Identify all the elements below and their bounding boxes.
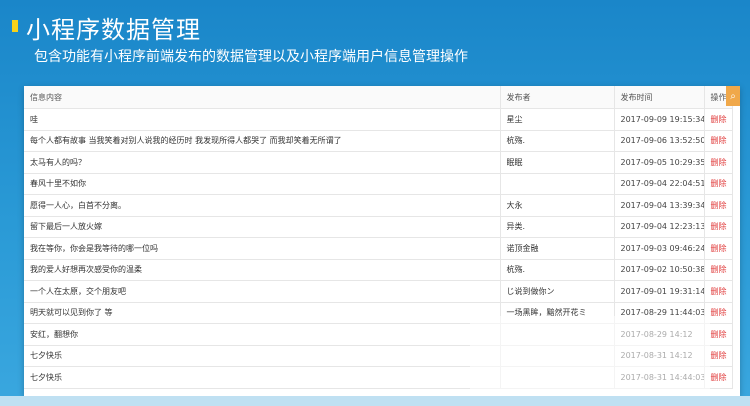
table-row: 一个人在太原，交个朋友吧 じ说到做你ン 2017-09-01 19:31:14 删除 bbox=[24, 280, 733, 303]
table-row: 每个人都有故事 当我笑着对别人说我的经历时 我发现所得人都哭了 而我却笑着无所谓… bbox=[24, 130, 733, 152]
cell-publisher: じ说到做你ン bbox=[500, 280, 615, 303]
table-row: 愿得一人心，白首不分离。 大永 2017-09-04 13:39:34 删除 bbox=[24, 194, 733, 217]
cell-content: 每个人都有故事 当我笑着对别人说我的经历时 我发现所得人都哭了 而我却笑着无所谓… bbox=[24, 130, 501, 152]
table-row: 七夕快乐 2017-08-31 14:44:03 删除 bbox=[24, 366, 733, 389]
cell-content: 七夕快乐 bbox=[24, 345, 501, 367]
data-panel: ⌕ 信息内容 发布者 发布时间 操作 哇星尘 2017-09-09 19:15:3… bbox=[24, 86, 740, 396]
cell-content: 哇 bbox=[24, 108, 501, 131]
delete-link[interactable]: 删除 bbox=[711, 136, 727, 145]
cell-action: 删除 bbox=[704, 151, 733, 174]
table-row: 明天就可以见到你了 等一场黑眸，黯然开花ミ 2017-08-29 11:44:03… bbox=[24, 302, 733, 324]
cell-action: 删除 bbox=[704, 280, 733, 303]
cell-time: 2017-08-29 14:12 bbox=[614, 323, 705, 346]
cell-publisher: 诺顶金融 bbox=[500, 237, 615, 260]
cell-publisher bbox=[500, 366, 615, 389]
cell-time: 2017-08-31 14:44:03 bbox=[614, 366, 705, 389]
delete-link[interactable]: 删除 bbox=[711, 158, 727, 167]
cell-content: 太马有人的吗？ bbox=[24, 151, 501, 174]
search-button[interactable]: ⌕ bbox=[726, 86, 740, 106]
cell-time: 2017-09-02 10:50:38 bbox=[614, 259, 705, 281]
delete-link[interactable]: 删除 bbox=[711, 373, 727, 382]
cell-time: 2017-09-04 13:39:34 bbox=[614, 194, 705, 217]
delete-link[interactable]: 删除 bbox=[711, 351, 727, 360]
delete-link[interactable]: 删除 bbox=[711, 287, 727, 296]
cell-content: 明天就可以见到你了 等 bbox=[24, 302, 501, 324]
delete-link[interactable]: 删除 bbox=[711, 115, 727, 124]
delete-link[interactable]: 删除 bbox=[711, 244, 727, 253]
cell-time: 2017-09-05 10:29:35 bbox=[614, 151, 705, 174]
cell-publisher: 杭殇. bbox=[500, 130, 615, 152]
cell-time: 2017-08-31 14:12 bbox=[614, 345, 705, 367]
page-subtitle: 包含功能有小程序前端发布的数据管理以及小程序端用户信息管理操作 bbox=[34, 49, 468, 65]
cell-action: 删除 bbox=[704, 237, 733, 260]
table-row: 哇星尘 2017-09-09 19:15:34 删除 bbox=[24, 108, 733, 131]
cell-publisher: 异类. bbox=[500, 216, 615, 238]
page-title: 小程序数据管理 bbox=[26, 16, 201, 44]
delete-link[interactable]: 删除 bbox=[711, 330, 727, 339]
cell-publisher: 眠眠 bbox=[500, 151, 615, 174]
cell-action: 删除 bbox=[704, 345, 733, 367]
cell-publisher bbox=[500, 323, 615, 346]
cell-action: 删除 bbox=[704, 216, 733, 238]
table-row: 七夕快乐 2017-08-31 14:12 删除 bbox=[24, 345, 733, 367]
delete-link[interactable]: 删除 bbox=[711, 265, 727, 274]
search-icon: ⌕ bbox=[730, 90, 736, 102]
title-bullet bbox=[12, 20, 18, 32]
table-header-row: 信息内容 发布者 发布时间 操作 bbox=[24, 86, 733, 109]
table-row: 春风十里不如你 2017-09-04 22:04:51 删除 bbox=[24, 173, 733, 195]
cell-content: 愿得一人心，白首不分离。 bbox=[24, 194, 501, 217]
table-row: 我的爱人好想再次感受你的温柔 杭殇. 2017-09-02 10:50:38 删除 bbox=[24, 259, 733, 281]
cell-time: 2017-09-04 22:04:51 bbox=[614, 173, 705, 195]
cell-publisher: 大永 bbox=[500, 194, 615, 217]
delete-link[interactable]: 删除 bbox=[711, 222, 727, 231]
cell-time: 2017-09-03 09:46:24 bbox=[614, 237, 705, 260]
column-header-time: 发布时间 bbox=[614, 86, 705, 109]
cell-content: 我的爱人好想再次感受你的温柔 bbox=[24, 259, 501, 281]
cell-publisher: 杭殇. bbox=[500, 259, 615, 281]
table-row: 太马有人的吗？ 眠眠 2017-09-05 10:29:35 删除 bbox=[24, 151, 733, 174]
data-table: 信息内容 发布者 发布时间 操作 哇星尘 2017-09-09 19:15:34 删… bbox=[24, 86, 733, 389]
cell-publisher: 星尘 bbox=[500, 108, 615, 131]
cell-action: 删除 bbox=[704, 302, 733, 324]
delete-link[interactable]: 删除 bbox=[711, 308, 727, 317]
cell-time: 2017-09-04 12:23:13 bbox=[614, 216, 705, 238]
cell-time: 2017-09-01 19:31:14 bbox=[614, 280, 705, 303]
cell-action: 删除 bbox=[704, 194, 733, 217]
cell-content: 我在等你，你会是我等待的哪一位吗 bbox=[24, 237, 501, 260]
table-row: 我在等你，你会是我等待的哪一位吗 诺顶金融 2017-09-03 09:46:24 删… bbox=[24, 237, 733, 260]
cell-content: 春风十里不如你 bbox=[24, 173, 501, 195]
cell-content: 留下最后一人放火嫁 bbox=[24, 216, 501, 238]
table-body: 哇星尘 2017-09-09 19:15:34 删除 每个人都有故事 当我笑着对别人说… bbox=[24, 108, 733, 389]
cell-time: 2017-09-09 19:15:34 bbox=[614, 108, 705, 131]
cell-publisher bbox=[500, 173, 615, 195]
bottom-band bbox=[0, 396, 750, 406]
cell-action: 删除 bbox=[704, 259, 733, 281]
table-row: 留下最后一人放火嫁 异类. 2017-09-04 12:23:13 删除 bbox=[24, 216, 733, 238]
cell-content: 安红，翻想你 bbox=[24, 323, 501, 346]
column-header-content: 信息内容 bbox=[24, 86, 501, 109]
cell-action: 删除 bbox=[704, 323, 733, 346]
table-row: 安红，翻想你 2017-08-29 14:12 删除 bbox=[24, 323, 733, 346]
cell-action: 删除 bbox=[704, 130, 733, 152]
cell-time: 2017-09-06 13:52:50 bbox=[614, 130, 705, 152]
delete-link[interactable]: 删除 bbox=[711, 179, 727, 188]
column-header-publisher: 发布者 bbox=[500, 86, 615, 109]
cell-action: 删除 bbox=[704, 173, 733, 195]
cell-time: 2017-08-29 11:44:03 bbox=[614, 302, 705, 324]
delete-link[interactable]: 删除 bbox=[711, 201, 727, 210]
cell-action: 删除 bbox=[704, 108, 733, 131]
cell-action: 删除 bbox=[704, 366, 733, 389]
cell-publisher: 一场黑眸，黯然开花ミ bbox=[500, 302, 615, 324]
cell-content: 七夕快乐 bbox=[24, 366, 501, 389]
cell-content: 一个人在太原，交个朋友吧 bbox=[24, 280, 501, 303]
cell-publisher bbox=[500, 345, 615, 367]
